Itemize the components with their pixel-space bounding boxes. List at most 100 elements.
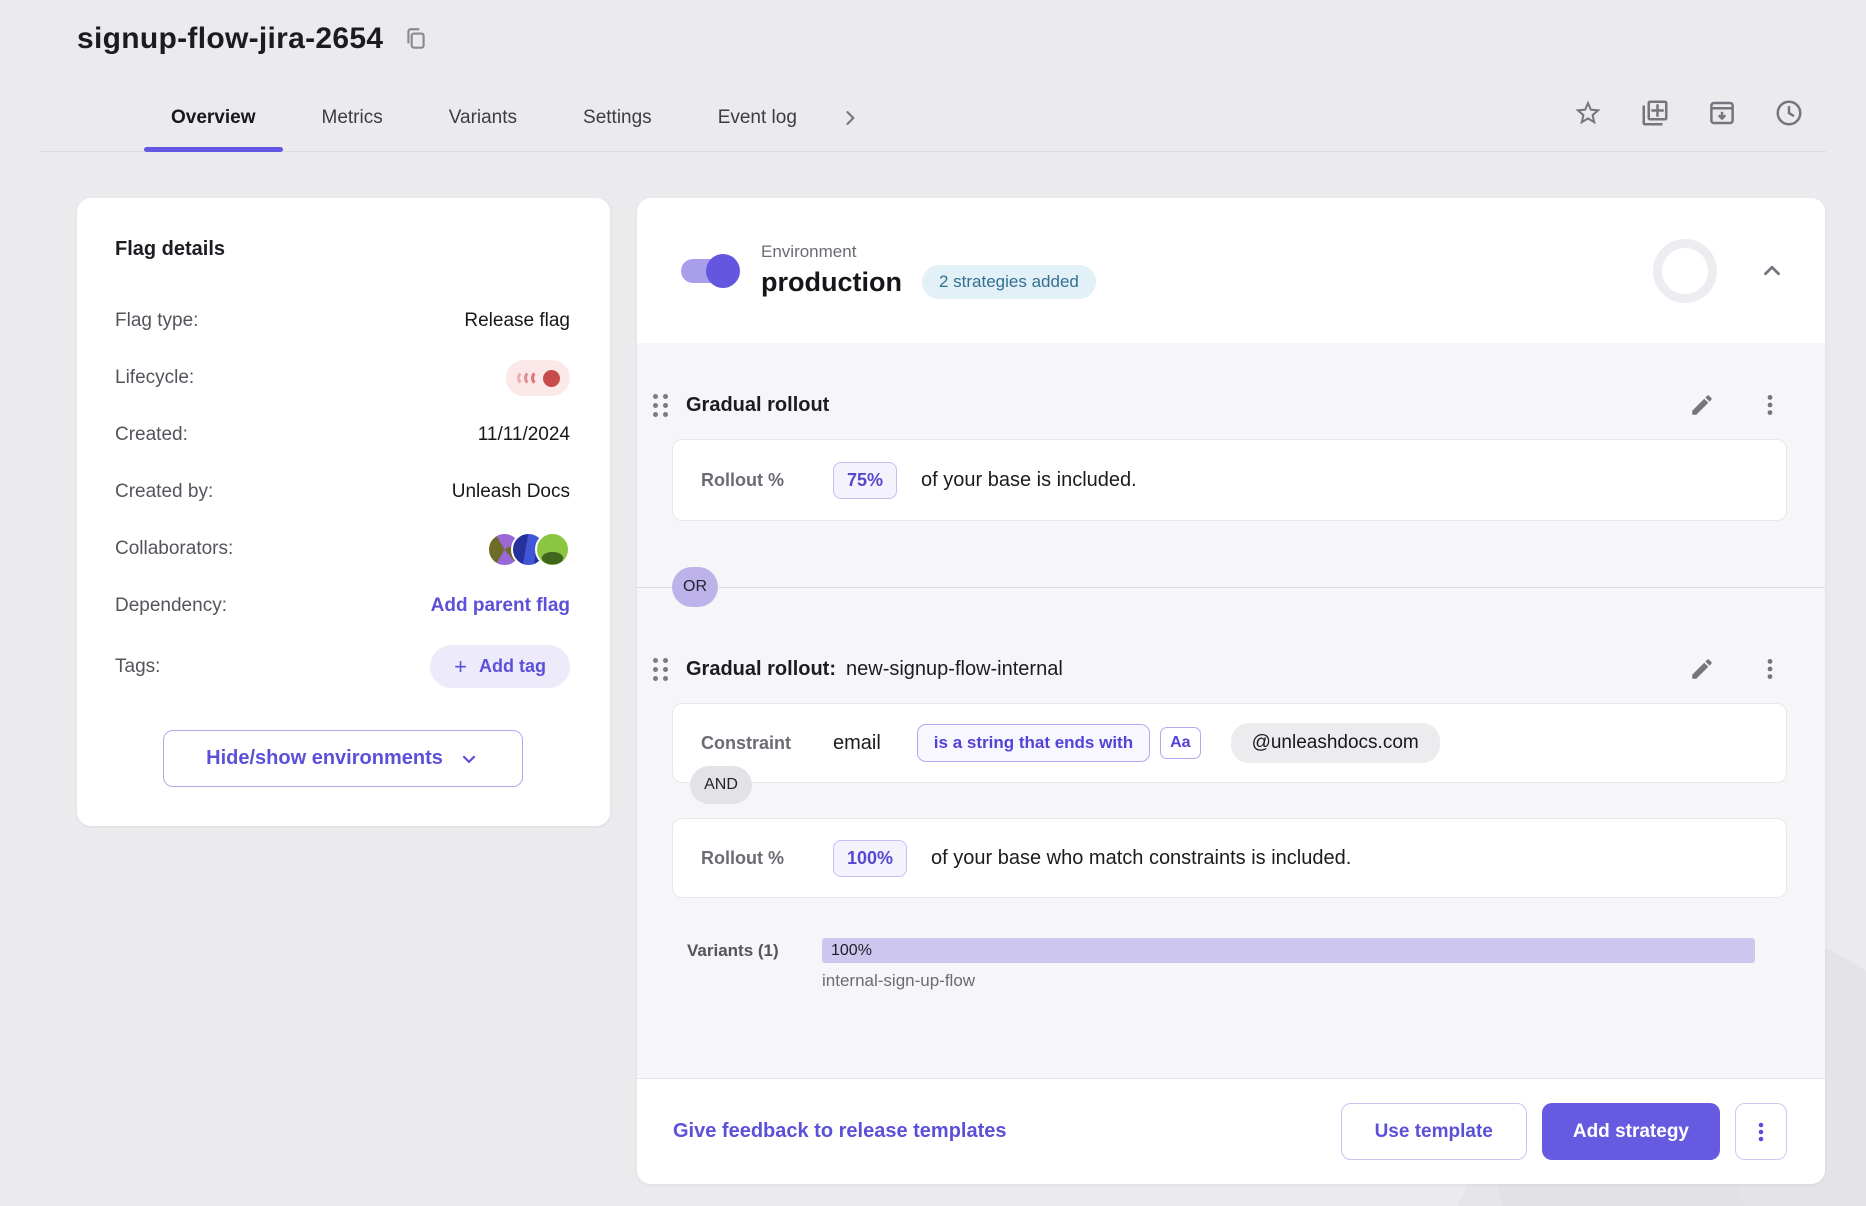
environment-name: production [761, 267, 902, 298]
flag-type-value: Release flag [464, 310, 570, 332]
tabs-overflow-button[interactable] [840, 84, 860, 151]
environment-title-block: Environment production 2 strategies adde… [761, 242, 1096, 299]
flag-actions [1573, 98, 1804, 128]
pencil-icon [1689, 392, 1715, 418]
constraint-field: email [833, 732, 881, 755]
chevron-up-icon [1759, 258, 1785, 284]
kebab-icon [1749, 1120, 1773, 1144]
star-icon [1573, 98, 1603, 128]
tab-overview[interactable]: Overview [144, 84, 283, 151]
rollout-description: of your base is included. [921, 469, 1137, 492]
kebab-icon [1757, 392, 1783, 418]
use-template-button[interactable]: Use template [1341, 1103, 1527, 1160]
tab-label: Settings [583, 107, 652, 129]
copy-icon [403, 26, 429, 52]
flag-details-heading: Flag details [115, 238, 570, 261]
lifecycle-row: Lifecycle: [115, 360, 570, 396]
chevron-down-icon [459, 749, 479, 769]
edit-strategy-2-button[interactable] [1689, 656, 1715, 682]
rollout-label: Rollout % [701, 848, 833, 869]
drag-handle[interactable] [653, 658, 668, 681]
created-label: Created: [115, 424, 188, 446]
collaborators-row: Collaborators: [115, 531, 570, 567]
collaborator-avatars[interactable] [487, 532, 570, 567]
avatar [535, 532, 570, 567]
strategy-2-rollout-box: Rollout % 100% of your base who match co… [672, 818, 1787, 898]
constraint-value-pill: @unleashdocs.com [1231, 723, 1440, 763]
history-button[interactable] [1774, 98, 1804, 128]
rollout-percentage-badge: 75% [833, 462, 897, 499]
environment-panel: Environment production 2 strategies adde… [637, 198, 1825, 1184]
tabs-bar: Overview Metrics Variants Settings Event… [40, 84, 1826, 152]
tab-event-log[interactable]: Event log [691, 84, 824, 151]
tags-row: Tags: + Add tag [115, 645, 570, 688]
environment-header-right [1653, 239, 1785, 303]
strategy-separator: OR [637, 567, 1825, 607]
toggle-knob [706, 254, 740, 288]
copy-add-icon [1640, 98, 1670, 128]
strategy-2-name: new-signup-flow-internal [846, 658, 1063, 681]
created-by-row: Created by: Unleash Docs [115, 474, 570, 510]
strategy-1-rollout-box: Rollout % 75% of your base is included. [672, 439, 1787, 521]
environment-header: Environment production 2 strategies adde… [637, 198, 1825, 343]
tab-settings[interactable]: Settings [556, 84, 679, 151]
created-row: Created: 11/11/2024 [115, 417, 570, 453]
add-tag-button[interactable]: + Add tag [430, 645, 570, 688]
strategy-2-title: Gradual rollout: [686, 658, 836, 681]
variant-distribution-bar: 100% [822, 938, 1755, 963]
rollout-percentage-badge: 100% [833, 840, 907, 877]
strategy-1-menu-button[interactable] [1757, 392, 1783, 418]
constraint-box: Constraint email is a string that ends w… [672, 703, 1787, 783]
drag-handle[interactable] [653, 394, 668, 417]
strategies-list: Gradual rollout Rollout % 75% of your ba… [637, 343, 1825, 1184]
archive-button[interactable] [1707, 98, 1737, 128]
lifecycle-wave-icon [531, 370, 547, 386]
copy-flag-button[interactable] [1640, 98, 1670, 128]
case-sensitive-badge[interactable]: Aa [1160, 727, 1200, 759]
strategy-2-menu-button[interactable] [1757, 656, 1783, 682]
page-title: signup-flow-jira-2654 [77, 22, 383, 56]
usage-ring-icon [1653, 239, 1717, 303]
tab-label: Variants [449, 107, 517, 129]
lifecycle-stage-badge[interactable] [506, 360, 570, 396]
tab-label: Event log [718, 107, 797, 129]
variants-label: Variants (1) [687, 938, 822, 991]
variants-section: Variants (1) 100% internal-sign-up-flow [687, 938, 1755, 991]
separator-line [637, 587, 1825, 588]
favorite-button[interactable] [1573, 98, 1603, 128]
constraint-label: Constraint [701, 733, 833, 754]
hide-show-environments-button[interactable]: Hide/show environments [163, 730, 523, 787]
add-strategy-button[interactable]: Add strategy [1542, 1103, 1720, 1160]
dependency-row: Dependency: Add parent flag [115, 588, 570, 624]
lifecycle-label: Lifecycle: [115, 367, 194, 389]
constraint-operator-badge: is a string that ends with [917, 724, 1150, 762]
flag-type-row: Flag type: Release flag [115, 303, 570, 339]
release-templates-feedback-link[interactable]: Give feedback to release templates [673, 1120, 1007, 1143]
copy-flag-name-button[interactable] [403, 26, 429, 52]
variant-name: internal-sign-up-flow [822, 971, 1755, 991]
collapse-environment-button[interactable] [1759, 258, 1785, 284]
collaborators-label: Collaborators: [115, 538, 233, 560]
created-by-value: Unleash Docs [452, 481, 570, 503]
environment-footer: Give feedback to release templates Use t… [637, 1078, 1825, 1184]
strategy-1-header: Gradual rollout [637, 381, 1825, 429]
pencil-icon [1689, 656, 1715, 682]
hide-show-environments-label: Hide/show environments [206, 747, 443, 770]
edit-strategy-1-button[interactable] [1689, 392, 1715, 418]
rollout-description: of your base who match constraints is in… [931, 847, 1351, 870]
dependency-label: Dependency: [115, 595, 227, 617]
strategy-1-title: Gradual rollout [686, 394, 829, 417]
kebab-icon [1757, 656, 1783, 682]
footer-menu-button[interactable] [1735, 1103, 1787, 1160]
or-badge: OR [672, 567, 718, 607]
strategy-2-header: Gradual rollout: new-signup-flow-interna… [637, 645, 1825, 693]
and-separator: AND [672, 783, 1825, 808]
environment-toggle[interactable] [681, 259, 737, 283]
add-parent-flag-link[interactable]: Add parent flag [431, 595, 570, 617]
tab-variants[interactable]: Variants [422, 84, 544, 151]
page-header: signup-flow-jira-2654 [77, 22, 429, 56]
flag-type-label: Flag type: [115, 310, 198, 332]
tab-metrics[interactable]: Metrics [295, 84, 410, 151]
flag-details-card: Flag details Flag type: Release flag Lif… [77, 198, 610, 826]
history-clock-icon [1774, 98, 1804, 128]
